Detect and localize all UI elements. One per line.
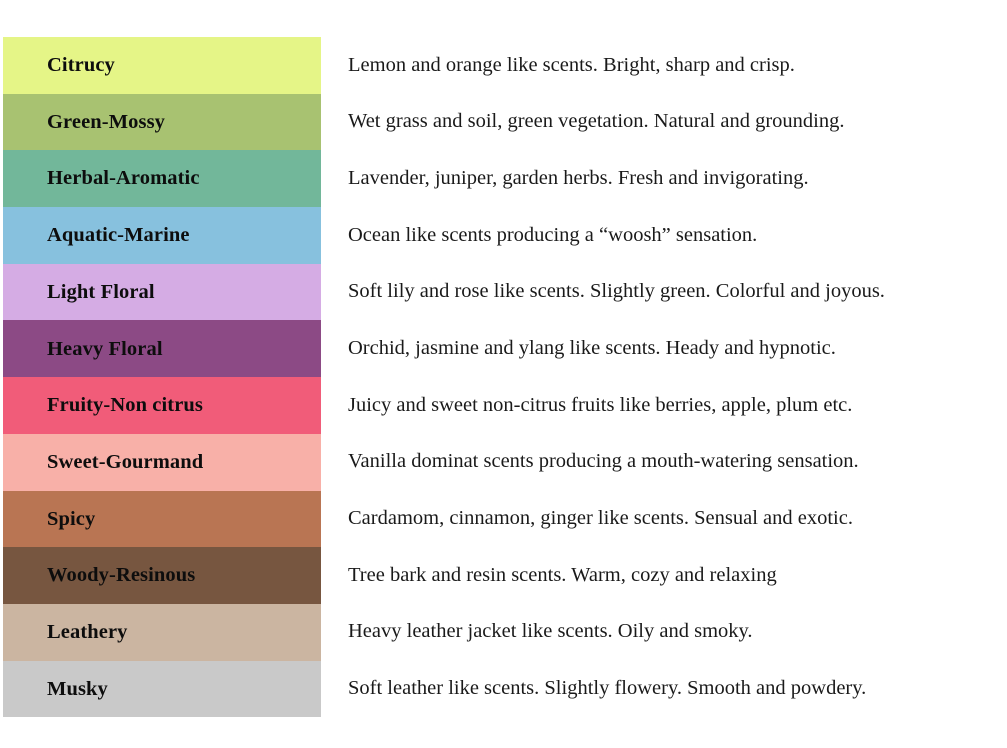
scent-family-name: Light Floral: [47, 280, 155, 303]
scent-description: Heavy leather jacket like scents. Oily a…: [348, 620, 753, 643]
scent-row: Light Floral Soft lily and rose like scen…: [0, 263, 1007, 321]
scent-description: Cardamom, cinnamon, ginger like scents. …: [348, 507, 853, 530]
scent-description-cell: Wet grass and soil, green vegetation. Na…: [321, 93, 1007, 151]
scent-description: Soft lily and rose like scents. Slightly…: [348, 280, 885, 303]
scent-color-swatch: Woody-Resinous: [3, 547, 321, 604]
scent-family-name: Aquatic-Marine: [47, 224, 190, 247]
scent-row: Aquatic-Marine Ocean like scents producin…: [0, 207, 1007, 264]
scent-row: Herbal-Aromatic Lavender, juniper, garden…: [0, 150, 1007, 208]
scent-description: Juicy and sweet non-citrus fruits like b…: [348, 393, 853, 416]
scent-description-cell: Lavender, juniper, garden herbs. Fresh a…: [321, 150, 1007, 208]
scent-family-name: Sweet-Gourmand: [47, 450, 204, 473]
scent-description-cell: Soft lily and rose like scents. Slightly…: [321, 263, 1007, 321]
scent-family-name: Heavy Floral: [47, 337, 163, 360]
scent-color-swatch: Musky: [3, 660, 321, 718]
scent-row: Citrucy Lemon and orange like scents. Bri…: [0, 37, 1007, 94]
scent-family-table: Citrucy Lemon and orange like scents. Bri…: [0, 37, 1007, 718]
scent-row: Green-Mossy Wet grass and soil, green veg…: [0, 93, 1007, 151]
scent-family-name: Citrucy: [47, 54, 115, 77]
scent-color-swatch: Green-Mossy: [3, 93, 321, 151]
scent-description: Orchid, jasmine and ylang like scents. H…: [348, 337, 836, 359]
scent-row: Fruity-Non citrus Juicy and sweet non-cit…: [0, 377, 1007, 434]
scent-family-name: Musky: [47, 677, 108, 700]
scent-description: Vanilla dominat scents producing a mouth…: [348, 450, 859, 473]
scent-row: Heavy Floral Orchid, jasmine and ylang li…: [0, 320, 1007, 378]
scent-color-swatch: Fruity-Non citrus: [3, 377, 321, 434]
scent-color-swatch: Herbal-Aromatic: [3, 150, 321, 208]
scent-color-swatch: Leathery: [3, 603, 321, 661]
scent-description: Lemon and orange like scents. Bright, sh…: [348, 53, 795, 76]
scent-color-swatch: Heavy Floral: [3, 320, 321, 378]
scent-description: Ocean like scents producing a “woosh” se…: [348, 223, 758, 246]
scent-family-name: Leathery: [47, 620, 128, 643]
scent-description-cell: Lemon and orange like scents. Bright, sh…: [321, 37, 1007, 94]
scent-description: Tree bark and resin scents. Warm, cozy a…: [348, 563, 777, 586]
scent-description-cell: Ocean like scents producing a “woosh” se…: [321, 207, 1007, 264]
scent-family-name: Fruity-Non citrus: [47, 394, 204, 417]
scent-row: Spicy Cardamom, cinnamon, ginger like sce…: [0, 490, 1007, 548]
scent-family-name: Green-Mossy: [47, 110, 166, 133]
scent-color-swatch: Sweet-Gourmand: [3, 433, 321, 491]
scent-description-cell: Juicy and sweet non-citrus fruits like b…: [321, 377, 1007, 434]
scent-color-swatch: Light Floral: [3, 263, 321, 321]
scent-family-name: Herbal-Aromatic: [47, 167, 200, 190]
scent-family-name: Woody-Resinous: [47, 564, 196, 587]
scent-color-swatch: Aquatic-Marine: [3, 207, 321, 264]
scent-row: Sweet-Gourmand Vanilla dominat scents pro…: [0, 433, 1007, 491]
scent-description-cell: Heavy leather jacket like scents. Oily a…: [321, 603, 1007, 661]
scent-description-cell: Orchid, jasmine and ylang like scents. H…: [321, 320, 1007, 378]
scent-description-cell: Tree bark and resin scents. Warm, cozy a…: [321, 547, 1007, 604]
scent-description-cell: Vanilla dominat scents producing a mouth…: [321, 433, 1007, 491]
scent-row: Woody-Resinous Tree bark and resin scents…: [0, 547, 1007, 604]
scent-description-cell: Soft leather like scents. Slightly flowe…: [321, 660, 1007, 718]
scent-description: Lavender, juniper, garden herbs. Fresh a…: [348, 166, 809, 189]
scent-description: Soft leather like scents. Slightly flowe…: [348, 677, 867, 700]
scent-description-cell: Cardamom, cinnamon, ginger like scents. …: [321, 490, 1007, 548]
scent-description: Wet grass and soil, green vegetation. Na…: [348, 110, 845, 133]
scent-color-swatch: Spicy: [3, 490, 321, 548]
scent-family-name: Spicy: [47, 507, 96, 530]
scent-row: Musky Soft leather like scents. Slightly …: [0, 660, 1007, 718]
scent-row: Leathery Heavy leather jacket like scents…: [0, 603, 1007, 661]
scent-color-swatch: Citrucy: [3, 37, 321, 94]
